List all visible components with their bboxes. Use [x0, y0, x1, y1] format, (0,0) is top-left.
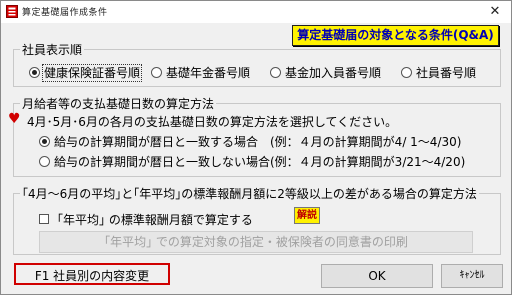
ok-button[interactable]: OK: [321, 264, 433, 288]
radio-label: 給与の計算期間が暦日と一致する場合 (例：４月の計算期間が4/ 1～4/30): [54, 135, 462, 149]
radio-fund-member-order[interactable]: 基金加入員番号順: [270, 64, 381, 81]
title-bar: 算定基礎届作成条件 ✕: [1, 1, 511, 23]
radio-selected-icon: [29, 67, 40, 78]
close-button[interactable]: ✕: [479, 1, 511, 23]
radio-basic-pension-order[interactable]: 基礎年金番号順: [151, 64, 250, 81]
radio-employee-number-order[interactable]: 社員番号順: [401, 64, 476, 81]
radio-health-insurance-order[interactable]: 健康保険証番号順: [29, 64, 143, 82]
radio-label: 社員番号順: [416, 66, 477, 80]
change-per-employee-button[interactable]: F1 社員別の内容変更: [14, 263, 170, 285]
explanation-button[interactable]: 解説: [294, 207, 320, 224]
radio-icon: [151, 67, 162, 78]
radio-label: 給与の計算期間が暦日と一致しない場合(例：４月の計算期間が3/21～4/20): [54, 155, 466, 169]
radio-icon: [401, 67, 412, 78]
payment-days-legend: 月給者等の支払基礎日数の算定方法: [22, 97, 215, 111]
heart-icon: ♥: [8, 111, 21, 127]
radio-period-matches-calendar[interactable]: 給与の計算期間が暦日と一致する場合 (例：４月の計算期間が4/ 1～4/30): [39, 133, 461, 150]
window-title: 算定基礎届作成条件: [22, 8, 108, 18]
radio-period-not-matching-calendar[interactable]: 給与の計算期間が暦日と一致しない場合(例：４月の計算期間が3/21～4/20): [39, 153, 465, 170]
cancel-button[interactable]: ｷｬﾝｾﾙ: [441, 264, 503, 288]
payment-days-instruction: 4月･5月･6月の各月の支払基礎日数の算定方法を選択してください。: [27, 115, 398, 129]
radio-icon: [270, 67, 281, 78]
display-order-legend: 社員表示順: [22, 43, 83, 57]
checkbox-label: ｢年平均｣ の標準報酬月額で算定する: [57, 213, 253, 227]
radio-icon: [39, 156, 50, 167]
radio-selected-icon: [39, 136, 50, 147]
radio-label: 健康保険証番号順: [41, 64, 143, 82]
dialog-window: 算定基礎届作成条件 ✕ 算定基礎届の対象となる条件(Q&A) 社員表示順 健康保…: [0, 0, 512, 295]
radio-label: 基礎年金番号順: [166, 66, 251, 80]
average-method-legend: ｢4月～6月の平均｣と｢年平均｣の標準報酬月額に2等級以上の差がある場合の算定方…: [22, 187, 477, 201]
radio-label: 基金加入員番号順: [285, 66, 382, 80]
annual-average-checkbox[interactable]: ｢年平均｣ の標準報酬月額で算定する: [39, 211, 253, 228]
checkbox-icon: [39, 214, 49, 224]
print-consent-button[interactable]: ｢年平均｣ での算定対象の指定・被保険者の同意書の印刷: [39, 231, 473, 253]
app-icon: [6, 5, 18, 18]
